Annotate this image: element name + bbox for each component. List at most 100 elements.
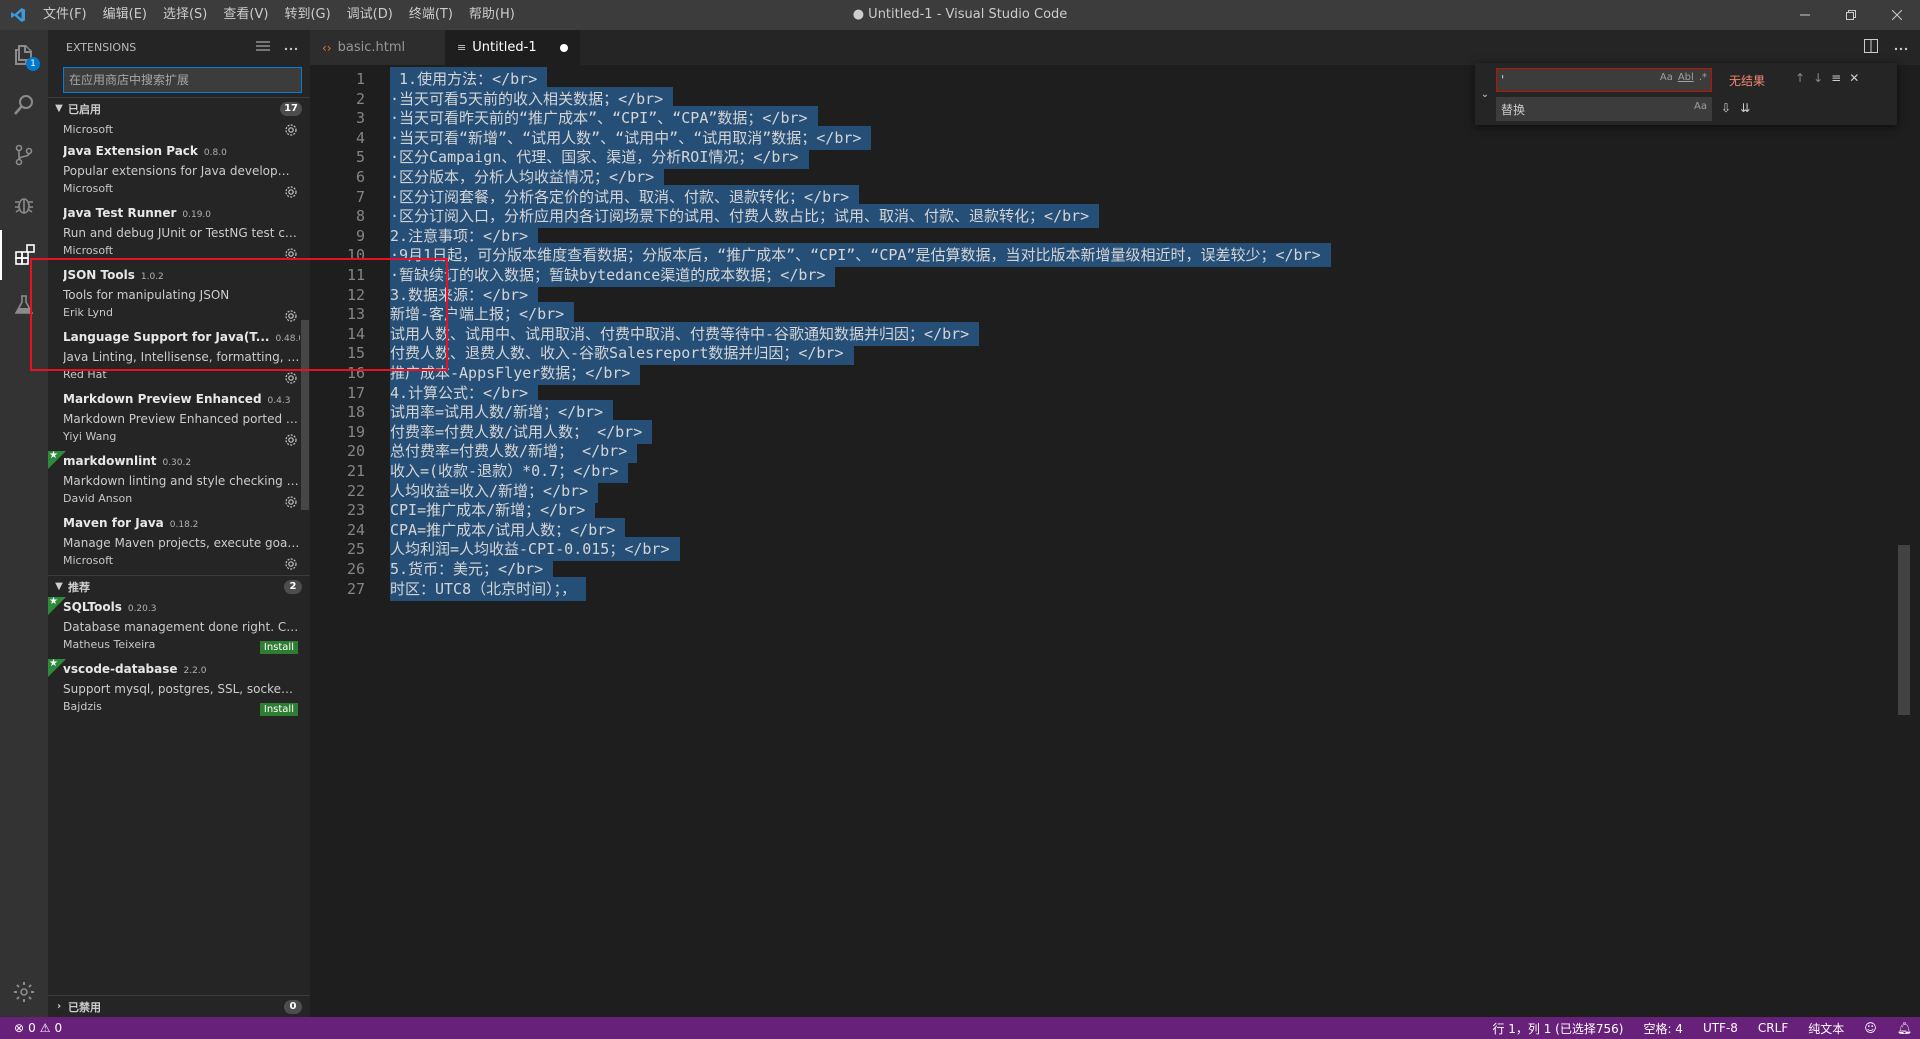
- replace-all-icon[interactable]: ⇊: [1740, 101, 1750, 115]
- extension-name: Maven for Java: [63, 516, 164, 530]
- tab-basic-html[interactable]: ‹› basic.html: [310, 30, 445, 65]
- test-flask-icon[interactable]: [0, 280, 48, 330]
- manage-gear-icon[interactable]: [284, 123, 298, 137]
- install-button[interactable]: Install: [259, 703, 298, 716]
- manage-gear-icon[interactable]: [284, 557, 298, 571]
- menu-debug[interactable]: 调试(D): [339, 0, 401, 30]
- find-input[interactable]: ' Aa Abl .*: [1496, 68, 1712, 92]
- extension-sqltools[interactable]: ★ SQLTools 0.20.3 Database management don…: [48, 596, 310, 659]
- manage-gear-icon[interactable]: [284, 247, 298, 261]
- code-line[interactable]: 27 时区：UTC8（北京时间）；，: [310, 576, 1910, 601]
- notifications-bell-icon[interactable]: 🔔︎: [1897, 1021, 1912, 1035]
- section-recommended-header[interactable]: ▼ 推荐 2: [48, 575, 310, 597]
- extension-maven-for-java[interactable]: Maven for Java 0.18.2 Manage Maven projec…: [48, 513, 310, 575]
- extension-name: Markdown Preview Enhanced: [63, 392, 262, 406]
- settings-gear-icon[interactable]: [0, 967, 48, 1017]
- extensions-icon[interactable]: [0, 230, 48, 280]
- language-mode[interactable]: 纯文本: [1808, 1020, 1844, 1037]
- menu-terminal[interactable]: 终端(T): [401, 0, 461, 30]
- manage-gear-icon[interactable]: [284, 309, 298, 323]
- extension-search-input[interactable]: [69, 73, 301, 87]
- warning-count: 0: [54, 1021, 63, 1035]
- search-icon[interactable]: [0, 80, 48, 130]
- menu-view[interactable]: 查看(V): [215, 0, 276, 30]
- extension-vscode-database[interactable]: ★ vscode-database 2.2.0 Support mysql, po…: [48, 658, 310, 721]
- preserve-case-toggle[interactable]: Aa: [1694, 101, 1707, 112]
- extension-author: Erik Lynd: [63, 306, 113, 319]
- menu-help[interactable]: 帮助(H): [461, 0, 523, 30]
- extension-description: Popular extensions for Java development …: [63, 164, 300, 178]
- chevron-down-icon: ▼: [55, 581, 63, 592]
- end-of-line[interactable]: CRLF: [1758, 1021, 1788, 1035]
- restore-icon[interactable]: [1828, 0, 1874, 30]
- extension-version: 2.2.0: [183, 666, 207, 676]
- explorer-icon[interactable]: 1: [0, 30, 48, 80]
- status-bar: ⊗ 0 ⚠ 0 行 1，列 1 (已选择756) 空格: 4 UTF-8 CRL…: [0, 1017, 1920, 1039]
- unsaved-dot-icon[interactable]: [560, 43, 568, 52]
- sidebar-title: EXTENSIONS: [66, 41, 137, 54]
- regex-toggle[interactable]: .*: [1699, 72, 1707, 83]
- section-enabled-label: 已启用: [68, 102, 101, 116]
- next-match-icon[interactable]: ↓: [1813, 71, 1823, 85]
- section-disabled-header[interactable]: › 已禁用 0: [48, 995, 310, 1017]
- replace-placeholder: 替换: [1501, 102, 1526, 117]
- encoding[interactable]: UTF-8: [1703, 1021, 1738, 1035]
- menu-file[interactable]: 文件(F): [35, 0, 95, 30]
- section-enabled-header[interactable]: ▼ 已启用 17: [48, 97, 310, 119]
- previous-match-icon[interactable]: ↑: [1795, 71, 1805, 85]
- find-in-selection-icon[interactable]: ≡: [1831, 71, 1841, 85]
- minimize-icon[interactable]: [1782, 0, 1828, 30]
- explorer-badge: 1: [26, 57, 40, 71]
- indentation[interactable]: 空格: 4: [1643, 1020, 1683, 1037]
- manage-gear-icon[interactable]: [284, 371, 298, 385]
- extension-author: Red Hat: [63, 368, 107, 381]
- extension-java-test-runner[interactable]: Java Test Runner 0.19.0 Run and debug JUn…: [48, 203, 310, 265]
- sidebar-scrollbar[interactable]: [301, 320, 309, 510]
- more-actions-icon[interactable]: [1894, 40, 1908, 55]
- activity-bar: 1: [0, 30, 48, 1017]
- extension-markdown-preview-enhanced[interactable]: Markdown Preview Enhanced 0.4.3 Markdown …: [48, 389, 310, 451]
- toggle-replace-chevron-icon[interactable]: ⌄: [1477, 63, 1493, 125]
- extension-author: Microsoft: [63, 554, 114, 567]
- replace-icon[interactable]: ⇩: [1721, 101, 1731, 115]
- split-editor-icon[interactable]: [1864, 38, 1878, 57]
- list-item[interactable]: Microsoft: [48, 119, 310, 141]
- close-find-icon[interactable]: ✕: [1849, 71, 1859, 85]
- find-result-count: 无结果: [1729, 74, 1766, 88]
- find-value: ': [1501, 73, 1505, 87]
- menu-go[interactable]: 转到(G): [276, 0, 338, 30]
- extension-description: Markdown linting and style checking for …: [63, 474, 300, 488]
- extension-version: 0.30.2: [162, 458, 192, 468]
- extension-name: JSON Tools: [63, 268, 135, 282]
- extension-version: 0.8.0: [203, 148, 227, 158]
- extension-markdownlint[interactable]: ★ markdownlint 0.30.2 Markdown linting an…: [48, 450, 310, 513]
- clear-list-icon[interactable]: [256, 40, 270, 55]
- install-button[interactable]: Install: [259, 641, 298, 654]
- manage-gear-icon[interactable]: [284, 495, 298, 509]
- code-editor[interactable]: 1 1.使用方法：</br> 2 ·当天可看5天前的收入相关数据；</br> 3 ·当天…: [310, 65, 1910, 1017]
- extension-version: 0.48.0: [275, 334, 300, 344]
- problems-indicator[interactable]: ⊗ 0 ⚠ 0: [0, 1021, 62, 1035]
- match-case-toggle[interactable]: Aa: [1660, 72, 1673, 83]
- debug-icon[interactable]: [0, 180, 48, 230]
- manage-gear-icon[interactable]: [284, 433, 298, 447]
- extension-java-extension-pack[interactable]: Java Extension Pack 0.8.0 Popular extensi…: [48, 141, 310, 203]
- cursor-position[interactable]: 行 1，列 1 (已选择756): [1492, 1020, 1623, 1037]
- menu-edit[interactable]: 编辑(E): [95, 0, 155, 30]
- editor-scrollbar[interactable]: [1898, 545, 1910, 715]
- section-enabled-count: 17: [280, 102, 302, 116]
- manage-gear-icon[interactable]: [284, 185, 298, 199]
- close-icon[interactable]: [1874, 0, 1920, 30]
- extension-version: 0.4.3: [267, 396, 291, 406]
- tab-untitled-1[interactable]: ≡ Untitled-1: [445, 30, 580, 65]
- replace-input[interactable]: 替换 Aa: [1496, 97, 1712, 121]
- extensions-sidebar: EXTENSIONS ▼ 已启用 17 Microsoft Java Exten…: [48, 30, 310, 1017]
- whole-word-toggle[interactable]: Abl: [1678, 72, 1694, 83]
- more-actions-icon[interactable]: [284, 41, 298, 54]
- extension-json-tools[interactable]: JSON Tools 1.0.2 Tools for manipulating J…: [48, 265, 310, 327]
- feedback-smiley-icon[interactable]: ☺: [1864, 1021, 1877, 1035]
- extension-language-support-java[interactable]: Language Support for Java(T... 0.48.0 Jav…: [48, 327, 310, 389]
- source-control-icon[interactable]: [0, 130, 48, 180]
- menu-selection[interactable]: 选择(S): [155, 0, 215, 30]
- editor-tabs: ‹› basic.html ≡ Untitled-1: [310, 30, 1920, 65]
